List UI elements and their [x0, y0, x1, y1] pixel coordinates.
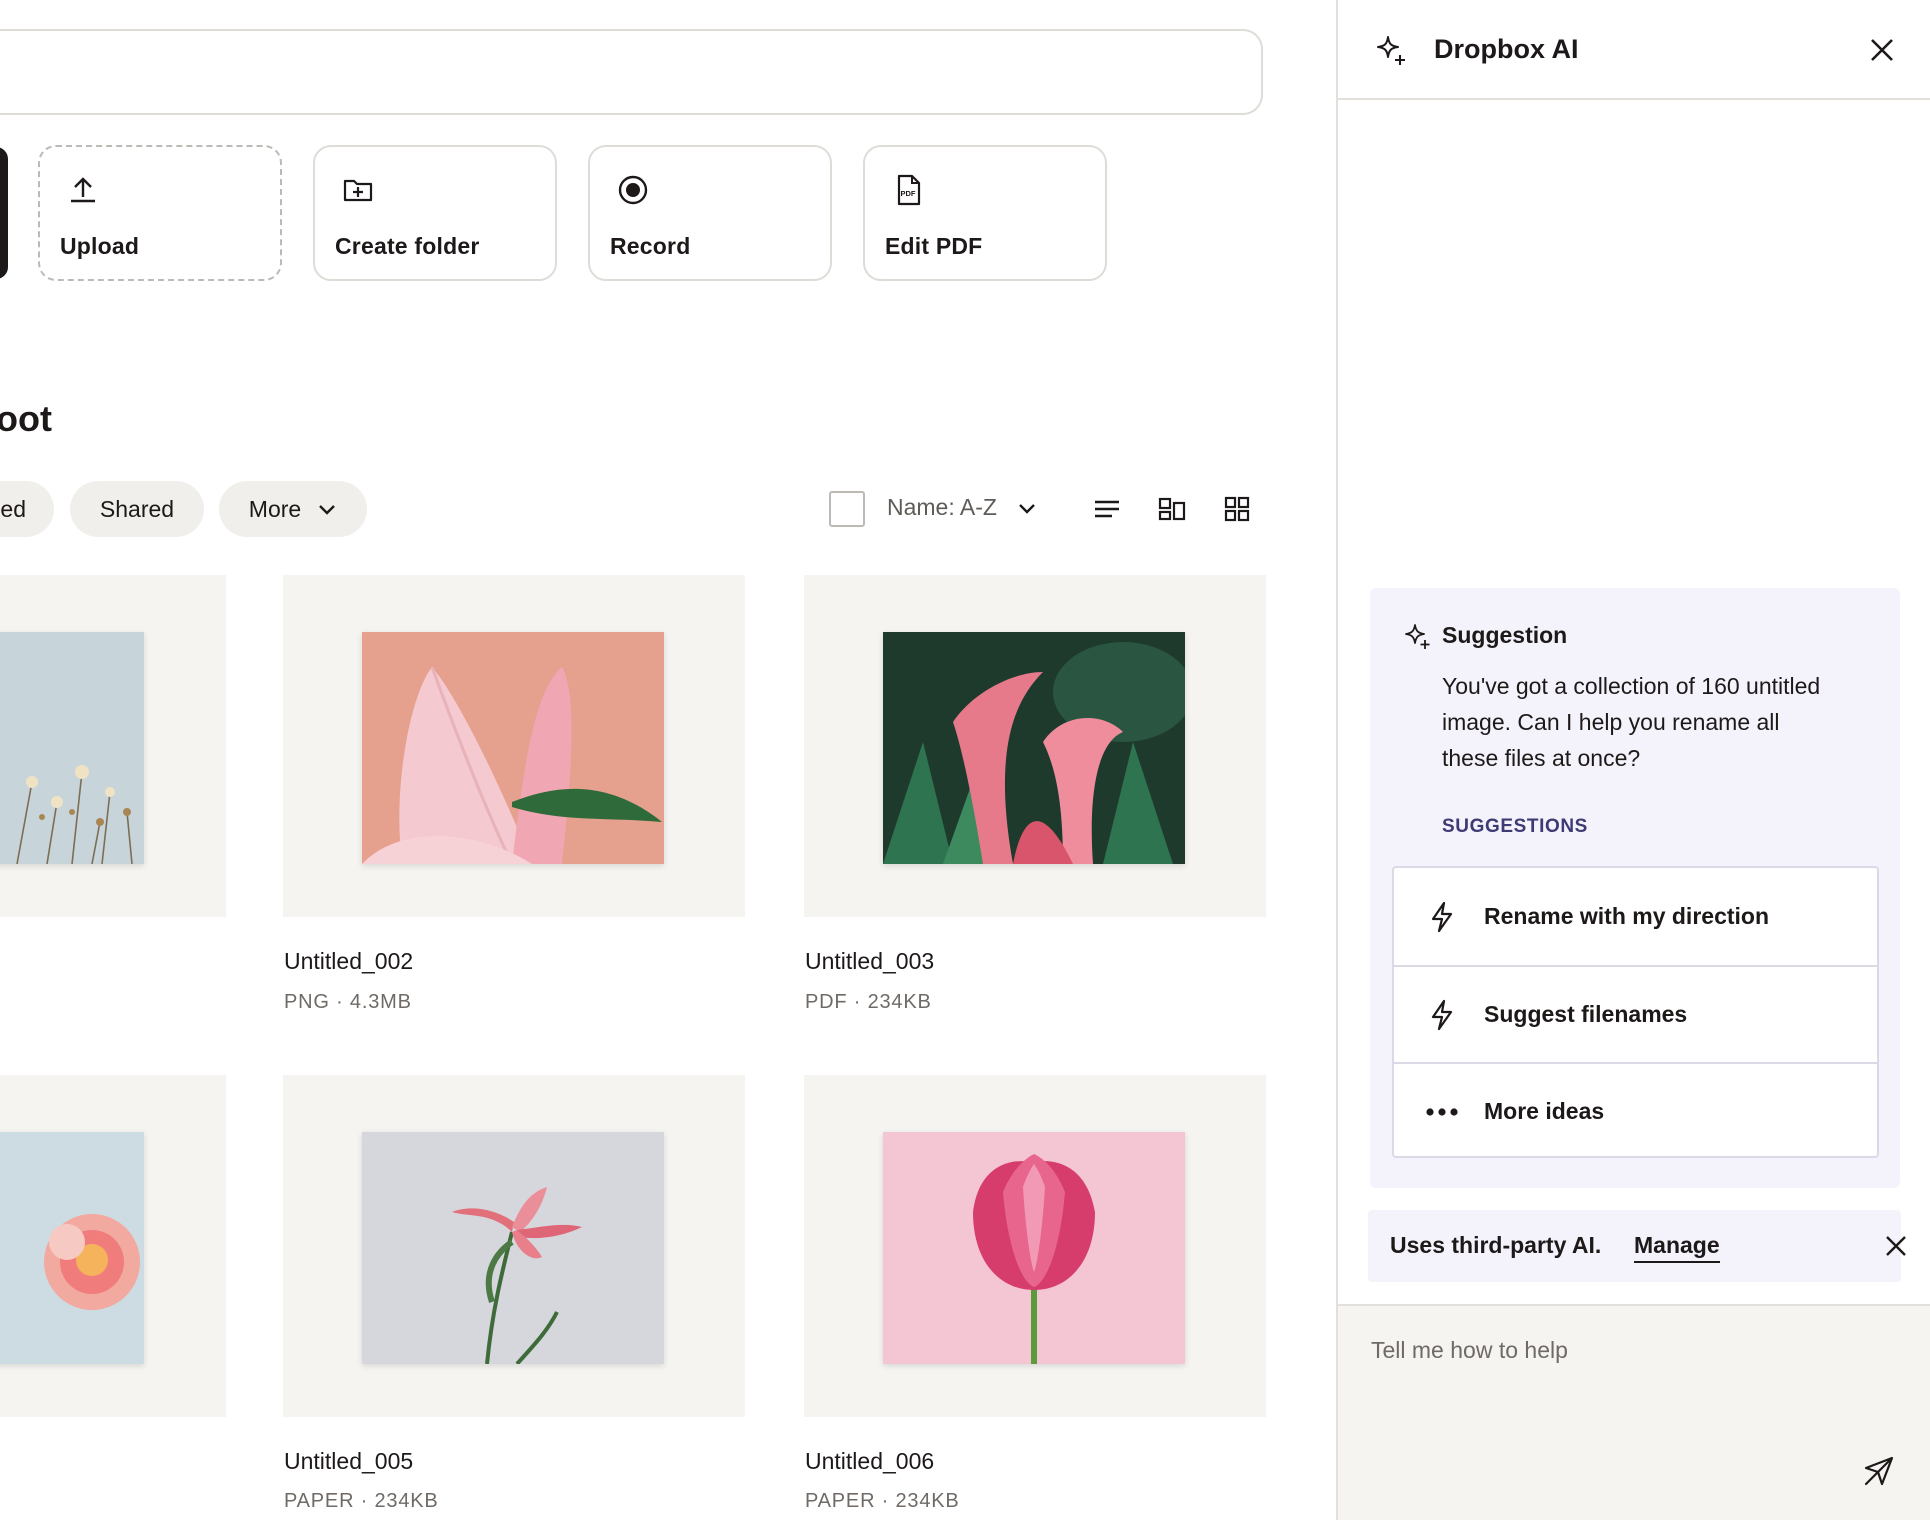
filter-chip-shared[interactable]: Shared	[70, 481, 204, 537]
lightning-icon	[1431, 901, 1453, 932]
primary-action-tile[interactable]	[0, 147, 8, 279]
panel-header: Dropbox AI	[1338, 0, 1930, 100]
create-folder-button[interactable]: Create folder	[313, 145, 557, 281]
close-icon[interactable]	[1868, 36, 1896, 64]
suggestion-body: You've got a collection of 160 untitled …	[1442, 673, 1821, 771]
close-icon[interactable]	[1884, 1234, 1908, 1258]
filter-chip-starred[interactable]: ed	[0, 481, 54, 537]
upload-label: Upload	[60, 233, 140, 259]
file-browser: Upload Create folder Record PDF Edit PDF…	[0, 0, 1336, 1520]
file-meta: PNG · 4.3MB	[284, 991, 412, 1013]
record-icon	[618, 175, 648, 205]
suggestions-heading: SUGGESTIONS	[1442, 816, 1588, 837]
grid-view-icon[interactable]	[1222, 494, 1252, 524]
send-icon[interactable]	[1862, 1454, 1896, 1488]
file-name[interactable]: Untitled_002	[284, 948, 413, 975]
chevron-down-icon	[319, 505, 336, 515]
chevron-down-icon	[1019, 503, 1035, 514]
more-dots-icon	[1426, 1107, 1458, 1116]
photo-peony	[0, 1132, 144, 1364]
file-card-thumbnail[interactable]	[804, 1075, 1266, 1417]
filter-chip-label: More	[248, 495, 302, 522]
panel-title: Dropbox AI	[1434, 34, 1579, 64]
file-name[interactable]: Untitled_005	[284, 1448, 413, 1475]
select-all-checkbox[interactable]	[829, 491, 865, 527]
file-card-thumbnail[interactable]	[804, 575, 1266, 917]
sort-dropdown[interactable]: Name: A-Z	[887, 494, 1037, 521]
manage-link[interactable]: Manage	[1634, 1232, 1720, 1263]
file-card-thumbnail[interactable]	[0, 575, 226, 917]
upload-button[interactable]: Upload	[38, 145, 282, 281]
chat-composer	[1338, 1304, 1930, 1520]
notice-text: Uses third-party AI.	[1390, 1232, 1602, 1258]
svg-text:PDF: PDF	[901, 189, 916, 198]
file-card-thumbnail[interactable]	[283, 575, 745, 917]
record-label: Record	[610, 233, 691, 259]
filter-chip-label: ed	[0, 495, 26, 522]
option-label: Rename with my direction	[1484, 903, 1770, 929]
filter-chip-label: Shared	[99, 495, 175, 522]
edit-pdf-button[interactable]: PDF Edit PDF	[863, 145, 1107, 281]
tile-view-icon[interactable]	[1157, 494, 1187, 524]
sparkle-icon	[1377, 36, 1405, 65]
file-meta: PAPER · 234KB	[805, 1490, 960, 1512]
option-label: Suggest filenames	[1484, 1001, 1688, 1027]
list-view-icon[interactable]	[1092, 494, 1122, 524]
filter-chip-more[interactable]: More	[219, 481, 367, 537]
page-title: oot	[0, 398, 52, 439]
suggestion-title: Suggestion	[1442, 622, 1568, 648]
edit-pdf-label: Edit PDF	[885, 233, 983, 259]
lightning-icon	[1431, 999, 1453, 1030]
sparkle-icon	[1405, 624, 1430, 649]
search-bar[interactable]	[0, 29, 1263, 115]
file-meta: PAPER · 234KB	[284, 1490, 439, 1512]
upload-icon	[71, 177, 95, 203]
photo-pink-lily	[362, 632, 664, 864]
photo-pink-tulip	[883, 1132, 1185, 1364]
file-card-thumbnail[interactable]	[283, 1075, 745, 1417]
photo-single-lily	[362, 1132, 664, 1364]
record-button[interactable]: Record	[588, 145, 832, 281]
pdf-icon: PDF	[897, 174, 921, 206]
suggest-filenames-option[interactable]: Suggest filenames	[1394, 965, 1877, 1062]
photo-wildflowers	[0, 632, 144, 864]
folder-plus-icon	[343, 179, 373, 202]
sort-label: Name: A-Z	[887, 494, 997, 520]
more-ideas-option[interactable]: More ideas	[1394, 1062, 1877, 1159]
file-name[interactable]: Untitled_003	[805, 948, 934, 975]
option-label: More ideas	[1484, 1098, 1605, 1124]
file-name[interactable]: Untitled_006	[805, 1448, 934, 1475]
photo-calla-lily	[883, 632, 1185, 864]
chat-input[interactable]	[1371, 1330, 1851, 1370]
rename-with-direction-option[interactable]: Rename with my direction	[1394, 868, 1877, 965]
dropbox-ai-panel: Dropbox AI Suggestion You've got a colle…	[1336, 0, 1930, 1520]
file-card-thumbnail[interactable]	[0, 1075, 226, 1417]
suggestion-options: Rename with my direction Suggest filenam…	[1392, 866, 1879, 1158]
file-meta: PDF · 234KB	[805, 991, 932, 1013]
create-folder-label: Create folder	[335, 233, 480, 259]
suggestion-card: Suggestion You've got a collection of 16…	[1370, 588, 1900, 1188]
third-party-notice: Uses third-party AI. Manage	[1368, 1210, 1906, 1282]
